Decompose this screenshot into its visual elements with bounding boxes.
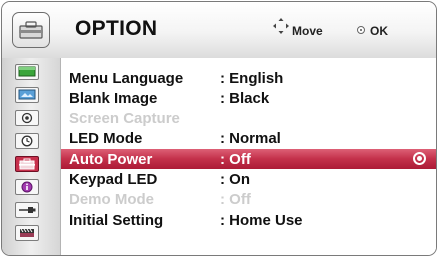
media-icon[interactable] xyxy=(15,225,39,241)
category-sidebar xyxy=(2,58,61,255)
row-value: : Off xyxy=(220,151,251,168)
row-value: : Normal xyxy=(220,130,281,147)
ok-label: OK xyxy=(370,24,388,38)
option-menu-panel: OPTION Move OK Menu Language: English B… xyxy=(1,1,437,256)
input-icon[interactable] xyxy=(15,202,39,218)
picture-icon[interactable] xyxy=(15,64,39,80)
row-value: : English xyxy=(220,70,284,87)
menu-row-keypad-led[interactable]: Keypad LED : On xyxy=(61,169,436,189)
menu-list: Menu Language : English Blank Image : Bl… xyxy=(61,58,436,255)
ok-select-icon[interactable] xyxy=(413,152,426,165)
option-icon[interactable] xyxy=(15,156,39,172)
row-value: : Home Use xyxy=(220,212,303,229)
time-icon[interactable] xyxy=(15,133,39,149)
info-icon[interactable] xyxy=(15,179,39,195)
row-value: : Black xyxy=(220,90,270,107)
row-label: Demo Mode xyxy=(69,191,155,208)
sound-icon[interactable] xyxy=(15,110,39,126)
row-label: Initial Setting xyxy=(69,212,164,229)
row-label: Blank Image xyxy=(69,90,158,107)
row-label: Keypad LED xyxy=(69,171,158,188)
menu-row-led-mode[interactable]: LED Mode : Normal xyxy=(61,128,436,148)
row-label: Menu Language xyxy=(69,70,184,87)
row-label: Auto Power xyxy=(69,151,153,168)
menu-row-demo-mode: Demo Mode : Off xyxy=(61,189,436,209)
row-label: LED Mode xyxy=(69,130,143,147)
page-title: OPTION xyxy=(75,17,158,40)
row-label: Screen Capture xyxy=(69,110,180,127)
move-label: Move xyxy=(292,24,323,38)
option-toolbox-icon xyxy=(12,12,50,48)
screen-icon[interactable] xyxy=(15,87,39,103)
menu-row-blank-image[interactable]: Blank Image : Black xyxy=(61,88,436,108)
move-arrows-icon xyxy=(273,18,289,34)
menu-row-auto-power[interactable]: Auto Power : Off xyxy=(61,149,436,169)
row-value: : Off xyxy=(220,191,251,208)
row-value: : On xyxy=(220,171,250,188)
menu-row-screen-capture: Screen Capture xyxy=(61,108,436,128)
menu-header: OPTION Move OK xyxy=(2,2,436,58)
menu-row-initial-setting[interactable]: Initial Setting : Home Use xyxy=(61,210,436,230)
ok-button-icon xyxy=(357,26,365,34)
menu-row-menu-language[interactable]: Menu Language : English xyxy=(61,68,436,88)
